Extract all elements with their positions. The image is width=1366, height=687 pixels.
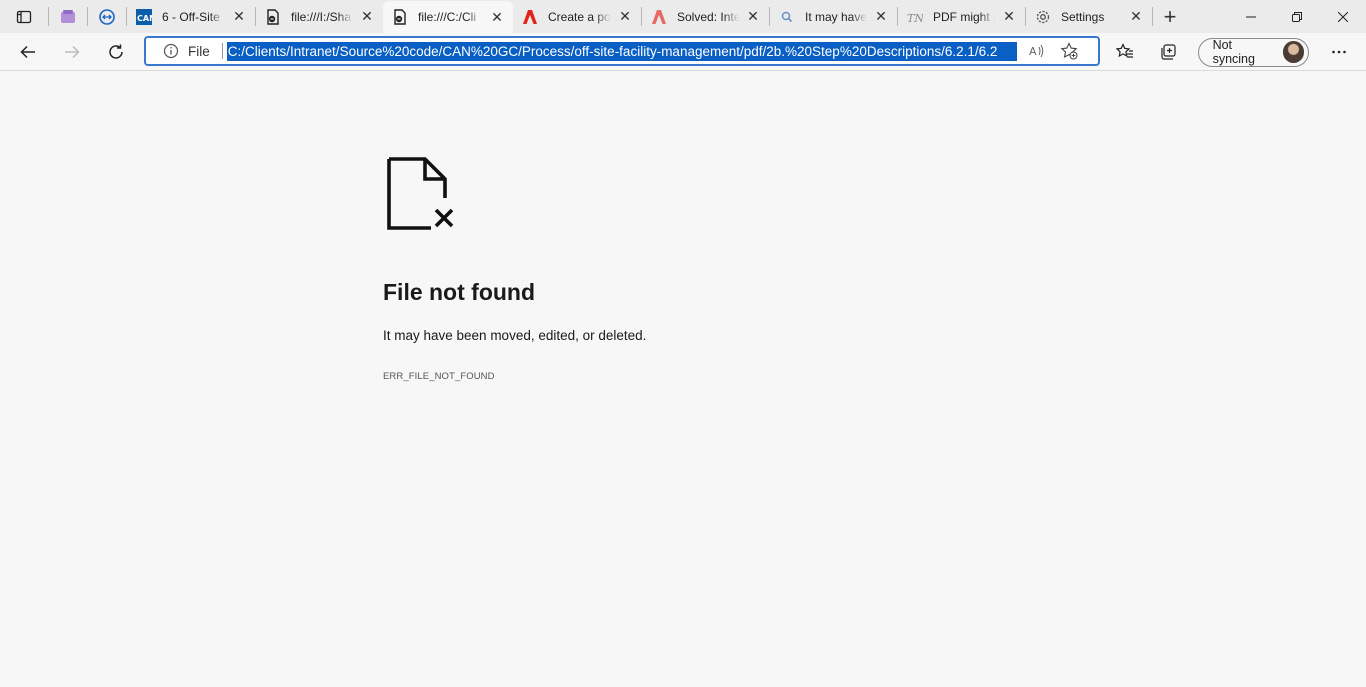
address-divider [221,43,223,59]
close-window-button[interactable] [1320,0,1366,33]
tab-actions-icon [16,10,32,23]
pinned-tab-workspaces[interactable] [49,0,87,33]
close-tab-icon[interactable]: ✕ [1128,8,1144,25]
read-aloud-icon[interactable]: A [1025,39,1049,63]
info-icon[interactable] [162,42,180,60]
tab-it-may-have[interactable]: It may have ✕ [770,0,897,33]
pdf-file-icon [392,9,408,25]
close-icon [1338,11,1348,22]
restore-button[interactable] [1274,0,1320,33]
close-tab-icon[interactable]: ✕ [1001,8,1017,25]
workspaces-icon [61,9,75,23]
close-tab-icon[interactable]: ✕ [745,8,761,25]
tab-title: PDF might n [933,9,995,24]
back-button[interactable] [12,36,44,68]
tab-create-a-po[interactable]: Create a po ✕ [513,0,641,33]
arrow-right-icon [65,45,80,58]
more-options-icon [1331,50,1346,54]
collections-button[interactable] [1153,36,1184,68]
refresh-button[interactable] [100,36,132,68]
tn-logo-icon: TN [907,9,923,25]
plus-icon: + [1163,3,1177,29]
arrow-left-icon [20,45,35,58]
collections-icon [1161,44,1176,60]
close-tab-icon[interactable]: ✕ [617,8,633,25]
window-controls [1228,0,1366,33]
profile-sync-label: Not syncing [1212,38,1255,66]
minimize-button[interactable] [1228,0,1274,33]
toolbar-right: Not syncing [1110,36,1366,68]
error-title: File not found [383,279,536,305]
tab-settings[interactable]: Settings ✕ [1026,0,1152,33]
tab-title: Settings [1061,9,1105,24]
tab-off-site[interactable]: CAN 6 - Off-Site ✕ [127,0,255,33]
adobe-icon [522,9,538,25]
can-logo-icon: CAN [136,8,152,25]
profile-button[interactable]: Not syncing [1197,37,1310,67]
tab-title: file:///C:/Cli [418,10,477,24]
tab-solved[interactable]: Solved: Inte ✕ [642,0,769,33]
browser-toolbar: File C:/Clients/Intranet/Source%20code/C… [0,33,1366,71]
gear-icon [1035,9,1051,25]
refresh-icon [109,44,123,59]
url-input[interactable]: C:/Clients/Intranet/Source%20code/CAN%20… [226,41,1017,61]
favorites-icon [1116,43,1134,58]
search-icon [779,9,795,25]
adobe-icon [651,9,667,25]
avatar [1283,41,1305,63]
pdf-file-icon [265,8,281,25]
forward-button[interactable] [56,36,88,68]
settings-menu-button[interactable] [1323,36,1354,68]
close-tab-icon[interactable]: ✕ [231,8,247,25]
svg-text:TN: TN [907,12,923,25]
error-page: File not found It may have been moved, e… [0,72,1366,687]
file-not-found-icon [387,157,454,230]
tab-file-c-active[interactable]: file:///C:/Cli ✕ [383,1,513,33]
minimize-icon [1246,16,1256,17]
tab-title: 6 - Off-Site [162,9,220,24]
new-tab-button[interactable]: + [1153,0,1187,33]
favorites-button[interactable] [1110,36,1141,68]
close-tab-icon[interactable]: ✕ [359,8,375,25]
svg-text:CAN: CAN [137,14,152,23]
tab-title: Solved: Inte [677,9,739,24]
tab-title: Create a po [548,9,611,24]
tab-title: It may have [805,9,867,24]
error-code: ERR_FILE_NOT_FOUND [383,371,495,382]
tab-title: file:///I:/Sha [291,9,352,24]
pinned-tab-remote[interactable] [88,0,126,33]
error-message: It may have been moved, edited, or delet… [383,328,647,343]
add-favorite-icon[interactable] [1057,39,1081,63]
address-bar[interactable]: File C:/Clients/Intranet/Source%20code/C… [144,36,1100,66]
restore-icon [1292,11,1302,22]
tab-pdf-might[interactable]: TN PDF might n ✕ [898,0,1025,33]
close-tab-icon[interactable]: ✕ [489,9,505,25]
tab-actions-button[interactable] [0,0,48,33]
remote-desktop-icon [99,8,115,25]
tab-strip: CAN 6 - Off-Site ✕ file:///I:/Sha ✕ file… [0,0,1366,33]
tab-file-i[interactable]: file:///I:/Sha ✕ [256,0,383,33]
svg-text:A: A [1029,45,1037,58]
close-tab-icon[interactable]: ✕ [873,8,889,25]
url-scheme-label: File [188,43,210,59]
